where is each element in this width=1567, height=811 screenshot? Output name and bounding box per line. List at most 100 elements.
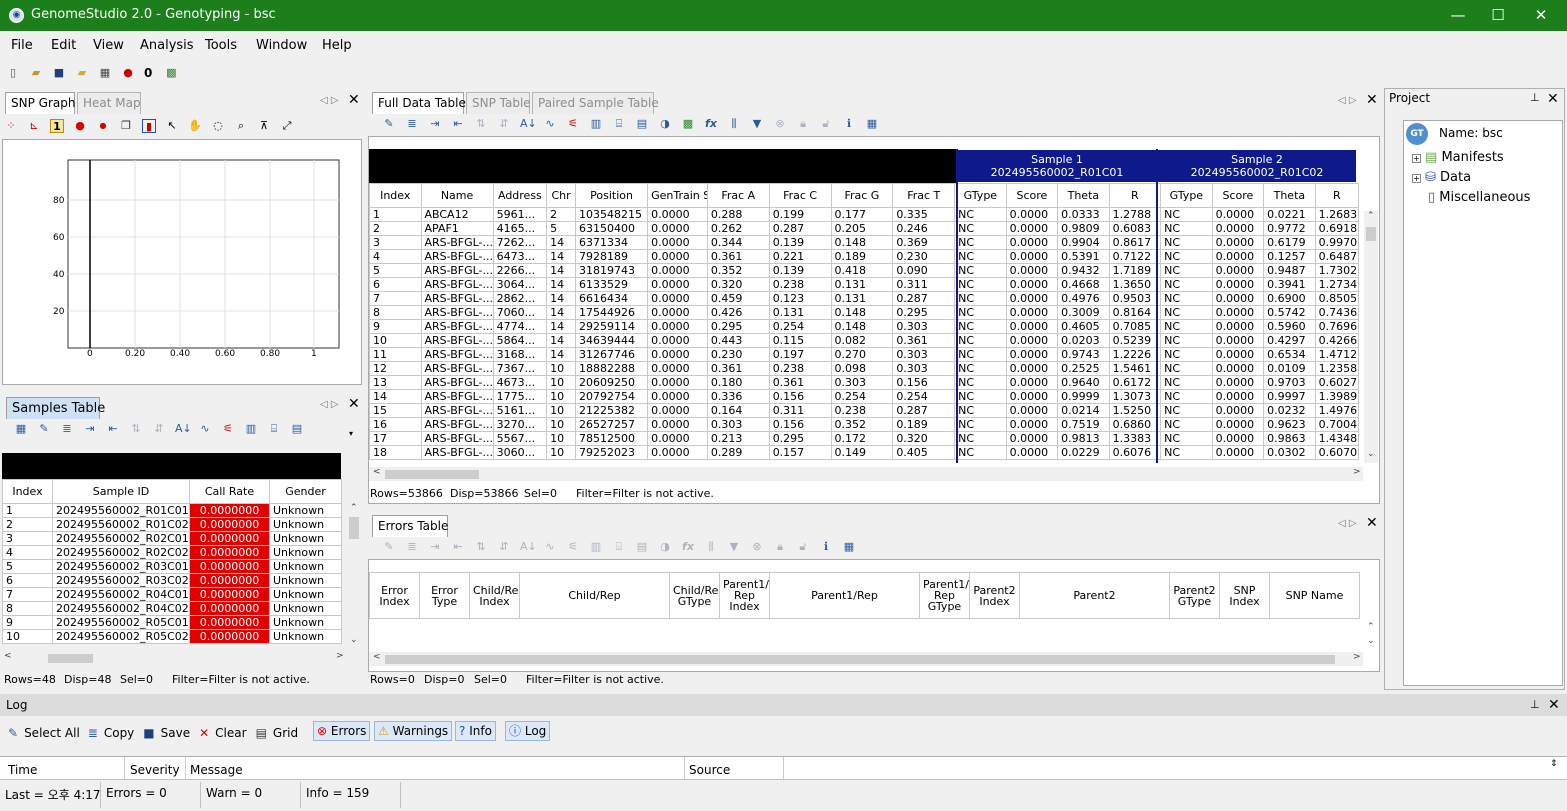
table-row[interactable]: 7 ARS-BFGL-... 2862... 14 6616434 0.0000 0.459… [369, 291, 1359, 306]
boxplot-icon[interactable]: ⌸ [267, 422, 281, 436]
table-row[interactable]: 1 202495560002_R01C01 0.0000000 Unknown [2, 503, 342, 518]
plot-icon[interactable]: ⚟ [221, 422, 235, 436]
samples-col-sample-id[interactable]: Sample ID [52, 479, 190, 504]
table-row[interactable]: 8 ARS-BFGL-... 7060... 14 17544926 0.0000 0.42… [369, 305, 1359, 320]
table-row[interactable]: 8 202495560002_R04C02 0.0000000 Unknown [2, 601, 342, 616]
calculator-icon[interactable]: ▦ [14, 422, 28, 436]
menu-tools[interactable]: Tools [205, 38, 237, 53]
samples-col-gender[interactable]: Gender [269, 479, 342, 504]
data-hscroll[interactable]: < > [369, 467, 1363, 481]
histogram-icon[interactable]: ▤ [290, 422, 304, 436]
number-one-icon[interactable]: 1 [50, 119, 64, 133]
plot-icon[interactable]: ⚟ [566, 117, 580, 131]
pie-icon[interactable]: ◑ [658, 117, 672, 131]
errors-scroll-down[interactable]: ⌄ [1367, 636, 1375, 646]
table-row[interactable]: 9 202495560002_R05C01 0.0000000 Unknown [2, 615, 342, 630]
pin-icon[interactable]: ⊥ [1530, 91, 1540, 104]
data-col-address[interactable]: Address [492, 183, 548, 208]
errors-col-parent1-rep-index[interactable]: Parent1/ Rep Index [719, 572, 770, 619]
import-icon[interactable]: ⇤ [106, 422, 120, 436]
close-panel-icon[interactable]: ✕ [348, 92, 360, 108]
errors-hscroll[interactable]: < > [369, 652, 1363, 666]
errors-col-snp-name[interactable]: SNP Name [1269, 572, 1360, 619]
pan-hand-icon[interactable]: ✋ [188, 119, 202, 133]
snp-plot-area[interactable]: 80 60 40 20 0 0.20 0.40 0.60 0.80 1 [2, 139, 362, 385]
unlock-icon[interactable]: 🔓︎ [796, 540, 810, 554]
table-row[interactable]: 2 202495560002_R01C02 0.0000000 Unknown [2, 517, 342, 532]
log-col-time[interactable]: Time [8, 763, 37, 777]
close-panel-icon[interactable]: ✕ [1548, 697, 1560, 713]
errors-col-child-rep-index[interactable]: Child/Rep Index [469, 572, 520, 619]
bar-chart-icon[interactable]: ▥ [589, 117, 603, 131]
scatter-plot-icon[interactable]: ⁘ [4, 119, 18, 133]
scale-icon[interactable]: ⊼ [257, 119, 271, 133]
columns-icon[interactable]: ⫼ [727, 117, 741, 131]
cluster-icon[interactable]: ● [121, 66, 135, 80]
panel-nav-icon[interactable]: ◁ ▷ [320, 399, 339, 410]
clear-button[interactable]: Clear [215, 726, 246, 740]
export-icon[interactable]: ⇥ [428, 117, 442, 131]
log-scroll-icon[interactable]: ⇕ [1550, 759, 1558, 769]
table-row[interactable]: 5 202495560002_R03C01 0.0000000 Unknown [2, 559, 342, 574]
data-col-gentrain-score[interactable]: GenTrain Score [647, 183, 708, 208]
sort-asc-icon[interactable]: ⇅ [129, 422, 143, 436]
info-column-icon[interactable]: ℹ [819, 540, 833, 554]
samples-hscroll[interactable]: < > [2, 651, 348, 665]
table-row[interactable]: 2 APAF1 4165... 5 63150400 0.0000 0.262 0.287 0.… [369, 221, 1359, 236]
lock-icon[interactable]: 🔒︎ [773, 540, 787, 554]
data-col-r-s2[interactable]: R [1314, 183, 1359, 208]
menu-analysis[interactable]: Analysis [140, 38, 194, 53]
menu-view[interactable]: View [93, 38, 124, 53]
data-col-gtype-s1[interactable]: GType [954, 183, 1007, 208]
toolbar-overflow-icon[interactable]: ▾ [349, 429, 353, 438]
list-icon[interactable]: ≣ [405, 117, 419, 131]
import-icon[interactable]: ⇤ [451, 117, 465, 131]
clear-filter-icon[interactable]: ⊗ [773, 117, 787, 131]
report-icon[interactable]: ▦ [98, 66, 112, 80]
tab-snp-table[interactable]: SNP Table [466, 92, 531, 114]
close-panel-icon[interactable]: ✕ [1366, 92, 1378, 108]
errors-toggle-button[interactable]: ⊗ Errors [313, 721, 371, 741]
export-icon[interactable]: ⇥ [83, 422, 97, 436]
table-row[interactable]: 10 202495560002_R05C02 0.0000000 Unknown [2, 629, 342, 644]
sort-desc-icon[interactable]: ⇵ [497, 540, 511, 554]
menu-edit[interactable]: Edit [51, 38, 76, 53]
import-icon[interactable]: ⇤ [451, 540, 465, 554]
tab-errors-table[interactable]: Errors Table [372, 515, 448, 537]
sort-az-icon[interactable]: A↓ [520, 117, 537, 131]
list-icon[interactable]: ≣ [60, 422, 74, 436]
tree-item-data[interactable]: + ⛁ Data [1412, 170, 1471, 185]
column-color-icon[interactable]: ▦ [842, 540, 856, 554]
edit-icon[interactable]: ✎ [382, 540, 396, 554]
panel-nav-icon[interactable]: ◁ ▷ [1338, 95, 1357, 106]
clear-filter-icon[interactable]: ⊗ [750, 540, 764, 554]
sort-az-icon[interactable]: A↓ [520, 540, 537, 554]
data-col-score-s1[interactable]: Score [1005, 183, 1059, 208]
table-row[interactable]: 5 ARS-BFGL-... 2266... 14 31819743 0.0000 0.35… [369, 263, 1359, 278]
lasso-icon[interactable]: ◌ [211, 119, 225, 133]
zoom-icon[interactable]: ⌕ [234, 119, 248, 133]
line-chart-icon[interactable]: ∿ [543, 117, 557, 131]
sample1-header[interactable]: Sample 1 202495560002_R01C01 [957, 149, 1157, 183]
data-col-theta-s2[interactable]: Theta [1263, 183, 1316, 208]
data-col-frac-t[interactable]: Frac T [892, 183, 956, 208]
table-row[interactable]: 7 202495560002_R04C01 0.0000000 Unknown [2, 587, 342, 602]
tab-heat-map[interactable]: Heat Map [77, 92, 141, 114]
pointer-icon[interactable]: ↖ [165, 119, 179, 133]
errors-scroll-up[interactable]: ⌃ [1367, 622, 1375, 632]
close-button[interactable]: ✕ [1531, 6, 1551, 24]
table-row[interactable]: 4 202495560002_R02C02 0.0000000 Unknown [2, 545, 342, 560]
menu-help[interactable]: Help [322, 38, 352, 53]
bar-chart-icon[interactable]: ▥ [589, 540, 603, 554]
line-chart-icon[interactable]: ∿ [543, 540, 557, 554]
table-row[interactable]: 14 ARS-BFGL-... 1775... 10 20792754 0.0000 0.3… [369, 389, 1359, 404]
sort-asc-icon[interactable]: ⇅ [474, 540, 488, 554]
open-folder-icon[interactable]: ▰ [29, 66, 43, 80]
table-row[interactable]: 11 ARS-BFGL-... 3168... 14 31267746 0.0000 0.2… [369, 347, 1359, 362]
errors-col-parent1-rep[interactable]: Parent1/Rep [769, 572, 920, 619]
info-column-icon[interactable]: ℹ [842, 117, 856, 131]
data-col-index[interactable]: Index [369, 183, 422, 208]
menu-file[interactable]: File [11, 38, 33, 53]
data-col-frac-c[interactable]: Frac C [768, 183, 832, 208]
table-row[interactable]: 4 ARS-BFGL-... 6473... 14 7928189 0.0000 0.361… [369, 249, 1359, 264]
